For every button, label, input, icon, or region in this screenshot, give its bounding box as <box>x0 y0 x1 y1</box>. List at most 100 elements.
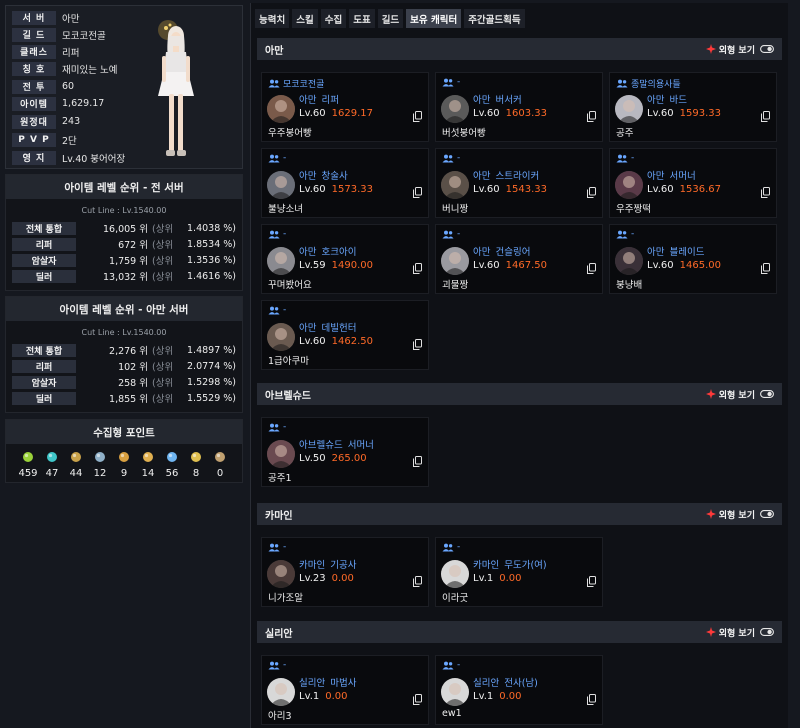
guild-name: - <box>283 229 287 239</box>
world-tree-leaf-icon <box>191 452 201 462</box>
character-card[interactable]: - 아만 블레이드 Lv.60 1465.00 붕냥배 <box>609 224 777 294</box>
guild-name: - <box>457 660 461 670</box>
character-server-class: 카마인 무도가(여) <box>473 557 547 571</box>
rank-label: 암살자 <box>12 375 76 389</box>
character-levels: Lv.1 0.00 <box>473 691 522 702</box>
character-item-level: 1573.33 <box>331 184 373 195</box>
character-portrait <box>441 560 469 588</box>
copy-icon[interactable] <box>587 111 596 122</box>
character-card[interactable]: 종말의용사들 아만 바드 Lv.60 1593.33 공주 <box>609 72 777 142</box>
character-server: 아만 <box>473 95 491 106</box>
right-panel: 능력치 스킬 수집 도표 길드 보유 캐릭터 주간골드획득 아만 외형 보기 모코코… <box>250 3 788 728</box>
character-card[interactable]: - 실리안 전사(남) Lv.1 0.00 ew1 <box>435 655 603 725</box>
rank-percent: 1.8534 %) <box>187 238 236 250</box>
copy-icon[interactable] <box>587 263 596 274</box>
info-value: 2단 <box>62 135 77 147</box>
collectible-count: 0 <box>216 468 224 479</box>
toggle-switch-icon[interactable] <box>760 390 774 398</box>
character-levels: Lv.60 1593.33 <box>647 108 721 119</box>
character-card[interactable]: - 실리안 마법사 Lv.1 0.00 아리3 <box>261 655 429 725</box>
character-card[interactable]: 모코코전골 아만 리퍼 Lv.60 1629.17 우주붕어빵 <box>261 72 429 142</box>
info-value: 243 <box>62 116 81 127</box>
tab-collection[interactable]: 수집 <box>320 9 347 28</box>
character-server-class: 실리안 전사(남) <box>473 675 538 689</box>
character-item-level: 1465.00 <box>679 260 721 271</box>
rank-percent: 1.4038 %) <box>187 222 236 234</box>
copy-icon[interactable] <box>413 187 422 198</box>
look-toggle-group[interactable]: 외형 보기 <box>705 508 774 521</box>
copy-icon[interactable] <box>413 576 422 587</box>
rank-sub: (상위 <box>152 240 174 251</box>
character-level: Lv.1 <box>473 691 494 702</box>
rank-row: 전체 통합 2,276 위 (상위 1.4897 %) <box>12 342 236 358</box>
character-card[interactable]: - 아만 호크아이 Lv.59 1490.00 꾸며봤어요 <box>261 224 429 294</box>
copy-icon[interactable] <box>413 111 422 122</box>
info-label: 칭 호 <box>12 61 56 76</box>
copy-icon[interactable] <box>413 339 422 350</box>
copy-icon[interactable] <box>761 187 770 198</box>
server-name: 실리안 <box>265 628 293 640</box>
toggle-switch-icon[interactable] <box>760 628 774 636</box>
look-toggle-group[interactable]: 외형 보기 <box>705 626 774 639</box>
collectible-count: 44 <box>69 468 83 479</box>
character-class: 서머너 <box>669 171 696 182</box>
info-label: 전 투 <box>12 79 56 94</box>
character-portrait <box>441 678 469 706</box>
character-name: 아리3 <box>268 711 292 722</box>
character-levels: Lv.60 1573.33 <box>299 184 373 195</box>
guild-line: - <box>442 229 460 239</box>
character-class: 서머너 <box>347 440 374 451</box>
tab-guild[interactable]: 길드 <box>377 9 404 28</box>
character-server-class: 실리안 마법사 <box>299 675 356 689</box>
copy-icon[interactable] <box>413 456 422 467</box>
character-card[interactable]: - 아만 버서커 Lv.60 1603.33 버섯붕어빵 <box>435 72 603 142</box>
toggle-switch-icon[interactable] <box>760 45 774 53</box>
copy-icon[interactable] <box>413 263 422 274</box>
look-toggle-group[interactable]: 외형 보기 <box>705 43 774 56</box>
character-item-level: 1593.33 <box>679 108 721 119</box>
rank-sub: (상위 <box>152 224 174 235</box>
character-server: 카마인 <box>299 560 326 571</box>
character-class: 버서커 <box>495 95 522 106</box>
info-label: 클래스 <box>12 44 56 59</box>
character-name: 1급아쿠마 <box>268 356 310 367</box>
guild-name: - <box>283 153 287 163</box>
tab-stats[interactable]: 능력치 <box>255 9 290 28</box>
copy-icon[interactable] <box>761 263 770 274</box>
guild-members-icon <box>268 230 280 238</box>
character-card[interactable]: - 아만 데빌헌터 Lv.60 1462.50 1급아쿠마 <box>261 300 429 370</box>
character-levels: Lv.60 1536.67 <box>647 184 721 195</box>
character-server-class: 카마인 기공사 <box>299 557 356 571</box>
info-label: 서 버 <box>12 10 56 25</box>
copy-icon[interactable] <box>761 111 770 122</box>
info-row-server: 서 버 아만 <box>12 10 79 25</box>
character-card[interactable]: - 아만 건슬링어 Lv.60 1467.50 괴물짱 <box>435 224 603 294</box>
character-card[interactable]: - 카마인 기공사 Lv.23 0.00 니가조알 <box>261 537 429 607</box>
character-card[interactable]: - 아만 서머너 Lv.60 1536.67 우주짱떡 <box>609 148 777 218</box>
character-card[interactable]: - 아브렐슈드 서머너 Lv.50 265.00 공주1 <box>261 417 429 487</box>
rank-number: 13,032 위 <box>102 272 148 283</box>
guild-line: - <box>268 542 286 552</box>
character-card[interactable]: - 아만 스트라이커 Lv.60 1543.33 버니짱 <box>435 148 603 218</box>
character-portrait <box>267 323 295 351</box>
tab-chart[interactable]: 도표 <box>349 9 375 28</box>
copy-icon[interactable] <box>413 694 422 705</box>
tab-weekly-gold[interactable]: 주간골드획득 <box>464 9 525 28</box>
guild-name: - <box>457 229 461 239</box>
character-card[interactable]: - 카마인 무도가(여) Lv.1 0.00 이라굿 <box>435 537 603 607</box>
guild-line: - <box>442 77 460 87</box>
toggle-switch-icon[interactable] <box>760 510 774 518</box>
copy-icon[interactable] <box>587 187 596 198</box>
look-toggle-group[interactable]: 외형 보기 <box>705 388 774 401</box>
giant-heart-icon <box>95 452 105 462</box>
tab-skills[interactable]: 스킬 <box>292 9 318 28</box>
copy-icon[interactable] <box>587 694 596 705</box>
info-label: 영 지 <box>12 150 56 165</box>
guild-line: - <box>268 660 286 670</box>
character-card[interactable]: - 아만 창술사 Lv.60 1573.33 불냥소녀 <box>261 148 429 218</box>
tab-owned-characters[interactable]: 보유 캐릭터 <box>406 9 462 28</box>
character-server: 아만 <box>473 247 491 258</box>
character-portrait <box>441 95 469 123</box>
copy-icon[interactable] <box>587 576 596 587</box>
character-server: 카마인 <box>473 560 500 571</box>
